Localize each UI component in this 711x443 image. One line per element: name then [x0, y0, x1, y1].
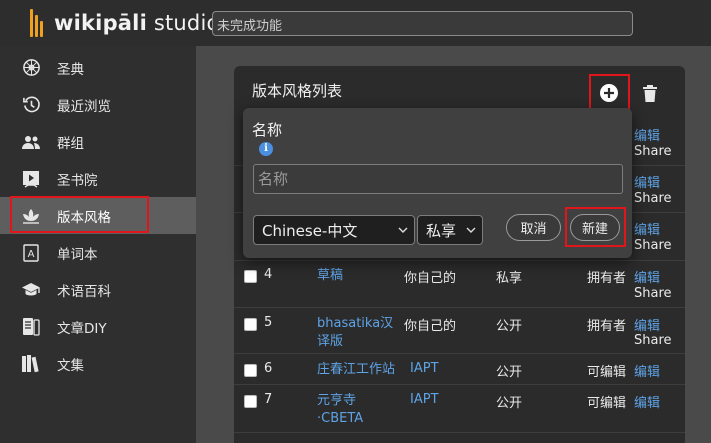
sidebar-item-label: 文章DIY — [57, 320, 107, 337]
sidebar: 圣典 最近浏览 群组 圣书院 版本风格 A 单词本 术语百科 文章DIY 文集 — [0, 46, 196, 443]
row-role: 拥有者 — [587, 319, 627, 334]
row-role: 可编辑 — [587, 396, 627, 411]
lotus-icon — [21, 206, 41, 226]
row-privacy: 公开 — [496, 365, 523, 380]
row-divider — [234, 307, 685, 308]
svg-text:A: A — [28, 249, 35, 260]
row-privacy: 公开 — [496, 396, 523, 411]
row-number: 5 — [264, 315, 273, 330]
row-checkbox[interactable] — [244, 364, 257, 377]
row-divider — [234, 260, 685, 261]
sidebar-item-label: 术语百科 — [57, 283, 111, 300]
language-select-value: Chinese-中文 — [262, 221, 358, 240]
info-icon[interactable]: i — [259, 142, 273, 156]
dictionary-icon: A — [21, 243, 41, 263]
share-button[interactable]: Share — [634, 286, 672, 301]
delete-button[interactable] — [638, 80, 662, 106]
row-title-link[interactable]: 草稿 — [317, 267, 397, 285]
cancel-button[interactable]: 取消 — [506, 214, 561, 241]
sidebar-item-terms[interactable]: 术语百科 — [0, 271, 196, 308]
row-divider — [234, 353, 685, 354]
table-row: 6 庄春江工作站 IAPT 公开 可编辑 编辑 — [234, 361, 685, 385]
logo-text: wikipāli studio — [54, 11, 220, 35]
share-button[interactable]: Share — [634, 238, 672, 253]
row-divider — [234, 384, 685, 385]
sidebar-item-channel-styles[interactable]: 版本风格 — [0, 197, 196, 234]
edit-link[interactable]: 编辑 — [634, 315, 660, 334]
sidebar-item-academy[interactable]: 圣书院 — [0, 160, 196, 197]
row-role: 可编辑 — [587, 365, 627, 380]
row-privacy: 公开 — [496, 319, 523, 334]
create-button[interactable]: 新建 — [570, 214, 620, 241]
sidebar-item-label: 最近浏览 — [57, 98, 111, 115]
sidebar-item-label: 单词本 — [57, 246, 98, 263]
sidebar-item-label: 群组 — [57, 135, 84, 152]
sidebar-item-wordbook[interactable]: A 单词本 — [0, 234, 196, 271]
row-owner-link[interactable]: IAPT — [410, 392, 439, 407]
row-number: 7 — [264, 392, 273, 407]
group-icon — [21, 132, 41, 152]
row-divider — [234, 432, 685, 433]
create-style-popover: 名称 i Chinese-中文 私享 取消 新建 — [243, 108, 632, 258]
share-button[interactable]: Share — [634, 191, 672, 206]
row-number: 6 — [264, 361, 273, 376]
sidebar-item-label: 版本风格 — [57, 209, 111, 226]
sidebar-item-label: 圣书院 — [57, 172, 98, 189]
share-button[interactable]: Share — [634, 144, 672, 159]
language-select[interactable]: Chinese-中文 — [253, 215, 415, 245]
sidebar-item-label: 文集 — [57, 357, 84, 374]
edit-link[interactable]: 编辑 — [634, 361, 660, 380]
chevron-down-icon — [398, 227, 408, 233]
row-role: 拥有者 — [587, 271, 627, 286]
share-button[interactable]: Share — [634, 333, 672, 348]
edit-link[interactable]: 编辑 — [634, 267, 660, 286]
edit-link[interactable]: 编辑 — [634, 392, 660, 411]
app-logo[interactable]: wikipāli studio — [30, 8, 220, 38]
edit-link[interactable]: 编辑 — [634, 219, 660, 238]
row-number: 4 — [264, 267, 273, 282]
logo-mark-icon — [30, 9, 50, 37]
row-checkbox[interactable] — [244, 318, 257, 331]
add-button[interactable] — [590, 75, 628, 111]
plus-circle-icon — [600, 84, 618, 102]
privacy-select[interactable]: 私享 — [417, 215, 483, 245]
sidebar-item-label: 圣典 — [57, 61, 84, 78]
privacy-select-value: 私享 — [426, 221, 457, 240]
sidebar-item-canon[interactable]: 圣典 — [0, 49, 196, 86]
top-bar: wikipāli studio 未完成功能 — [0, 0, 711, 46]
row-checkbox[interactable] — [244, 395, 257, 408]
row-privacy: 私享 — [496, 271, 523, 286]
sidebar-item-collections[interactable]: 文集 — [0, 345, 196, 382]
books-icon — [21, 354, 41, 374]
name-label: 名称 — [252, 121, 283, 139]
row-owner-link[interactable]: IAPT — [410, 361, 439, 376]
graduation-cap-icon — [21, 280, 41, 300]
trash-icon — [643, 84, 657, 102]
sidebar-item-recent[interactable]: 最近浏览 — [0, 86, 196, 123]
row-owner: 你自己的 — [404, 271, 457, 286]
article-icon — [21, 317, 41, 337]
history-icon — [21, 95, 41, 115]
edit-link[interactable]: 编辑 — [634, 125, 660, 144]
edit-link[interactable]: 编辑 — [634, 172, 660, 191]
play-book-icon — [21, 169, 41, 189]
name-input[interactable] — [253, 164, 623, 194]
row-checkbox[interactable] — [244, 270, 257, 283]
table-row: 7 元亨寺·CBETA IAPT 公开 可编辑 编辑 — [234, 392, 685, 432]
page-title: 版本风格列表 — [252, 82, 343, 100]
row-title-link[interactable]: 元亨寺·CBETA — [317, 392, 379, 428]
table-row: 5 bhasatika汉译版 你自己的 公开 拥有者 编辑 Share — [234, 315, 685, 361]
row-owner: 你自己的 — [404, 319, 457, 334]
sidebar-item-groups[interactable]: 群组 — [0, 123, 196, 160]
chevron-down-icon — [466, 227, 476, 233]
row-title-link[interactable]: bhasatika汉译版 — [317, 315, 397, 351]
row-title-link[interactable]: 庄春江工作站 — [317, 361, 407, 379]
sidebar-item-article-diy[interactable]: 文章DIY — [0, 308, 196, 345]
dharma-wheel-icon — [21, 58, 41, 78]
search-input[interactable]: 未完成功能 — [212, 11, 633, 36]
